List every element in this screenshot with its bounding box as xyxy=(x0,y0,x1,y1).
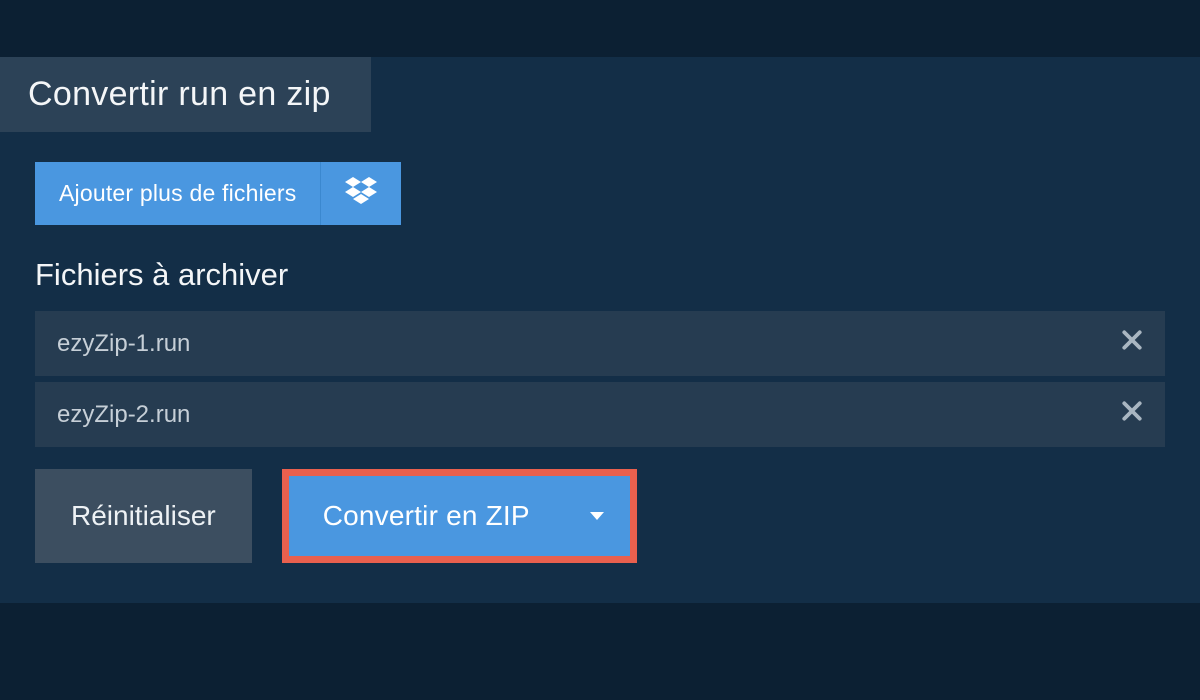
dropbox-button[interactable] xyxy=(320,162,401,225)
reset-label: Réinitialiser xyxy=(71,500,216,532)
reset-button[interactable]: Réinitialiser xyxy=(35,469,252,563)
convert-button[interactable]: Convertir en ZIP xyxy=(289,476,564,556)
file-name: ezyZip-1.run xyxy=(57,330,190,358)
convert-highlight: Convertir en ZIP xyxy=(282,469,637,563)
convert-dropdown-button[interactable] xyxy=(564,476,630,556)
close-icon xyxy=(1121,329,1143,358)
convert-label: Convertir en ZIP xyxy=(323,500,530,532)
tab-convert-run-zip[interactable]: Convertir run en zip xyxy=(0,57,371,132)
files-section-label: Fichiers à archiver xyxy=(35,257,288,292)
file-name: ezyZip-2.run xyxy=(57,401,190,429)
close-icon xyxy=(1121,400,1143,429)
top-spacer xyxy=(0,0,1200,57)
tab-row: Convertir run en zip xyxy=(0,57,1200,132)
remove-file-button[interactable] xyxy=(1121,329,1143,358)
file-row: ezyZip-2.run xyxy=(35,382,1165,447)
files-section-title: Fichiers à archiver xyxy=(35,257,1165,293)
add-files-button[interactable]: Ajouter plus de fichiers xyxy=(35,162,320,225)
caret-down-icon xyxy=(590,512,604,520)
bottom-spacer xyxy=(0,603,1200,617)
tab-label: Convertir run en zip xyxy=(28,75,331,113)
action-row: Réinitialiser Convertir en ZIP xyxy=(35,469,1165,563)
add-files-group: Ajouter plus de fichiers xyxy=(35,162,1165,225)
file-row: ezyZip-1.run xyxy=(35,311,1165,376)
remove-file-button[interactable] xyxy=(1121,400,1143,429)
dropbox-icon xyxy=(345,177,377,210)
content-area: Ajouter plus de fichiers Fichiers à arch… xyxy=(0,132,1200,603)
page-panel: Convertir run en zip Ajouter plus de fic… xyxy=(0,57,1200,603)
add-files-label: Ajouter plus de fichiers xyxy=(59,180,296,207)
